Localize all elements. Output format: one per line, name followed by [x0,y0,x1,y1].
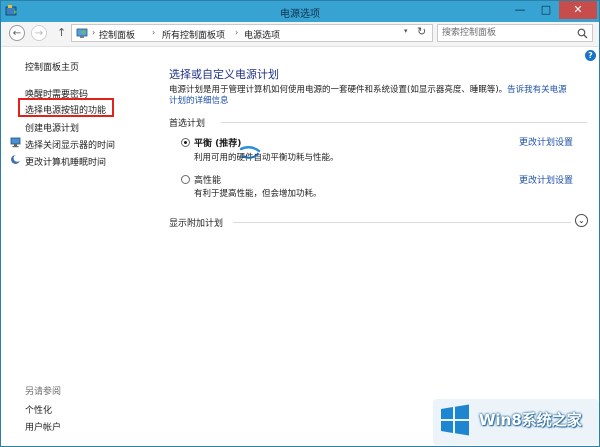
control-panel-icon [76,28,88,38]
minimize-button[interactable]: — [507,1,533,19]
windows-logo-icon [441,404,469,436]
change-plan-settings-link-balanced[interactable]: 更改计划设置 [519,135,573,148]
up-button[interactable]: ↑ [57,26,66,39]
show-additional-plans[interactable]: 显示附加计划 [169,216,223,229]
breadcrumb[interactable]: › 控制面板 › 所有控制面板项 › 电源选项 ▾ ↻ [71,24,433,42]
description-text: 电源计划是用于管理计算机如何使用电源的一套硬件和系统设置(如显示器亮度、睡眠等)… [169,85,508,95]
sidebar-item-sleep-time[interactable]: 更改计算机睡眠时间 [25,155,106,168]
sidebar-item-personalization[interactable]: 个性化 [25,403,52,416]
refresh-icon[interactable]: ↻ [417,25,426,38]
sidebar-item-user-accounts[interactable]: 用户帐户 [25,420,61,433]
chevron-down-icon[interactable]: ▾ [404,27,408,35]
see-also-title: 另请参阅 [25,387,62,397]
plan-name-high-performance[interactable]: 高性能 [194,173,221,186]
breadcrumb-separator: › [92,28,96,37]
change-plan-settings-link-high-performance[interactable]: 更改计划设置 [519,173,573,186]
loading-cursor-icon [239,146,261,159]
sidebar-item-display-off-time[interactable]: 选择关闭显示器的时间 [25,138,115,151]
plan-description-high-performance: 有利于提高性能，但会增加功耗。 [194,189,322,199]
expand-icon[interactable]: ⌄ [575,214,588,227]
close-button[interactable]: ✕ [559,1,597,19]
page-title: 选择或自定义电源计划 [169,68,279,81]
breadcrumb-item-control-panel[interactable]: 控制面板 [99,28,135,41]
breadcrumb-separator: › [235,28,239,37]
plan-radio-high-performance[interactable] [181,175,190,184]
plan-radio-balanced[interactable] [181,138,190,147]
watermark-text: Win8系统之家 [479,411,582,429]
search-box[interactable] [437,24,593,42]
additional-plans-divider [233,222,571,223]
sidebar-item-power-button[interactable]: 选择电源按钮的功能 [25,103,106,116]
breadcrumb-item-power-options[interactable]: 电源选项 [244,28,280,41]
sidebar-item-create-plan[interactable]: 创建电源计划 [25,121,79,134]
section-divider [221,122,587,123]
moon-icon [11,154,21,164]
breadcrumb-separator: › [152,28,156,37]
search-icon[interactable] [577,28,588,39]
preferred-plans-label: 首选计划 [169,119,206,129]
back-button[interactable]: ← [9,25,25,41]
forward-button[interactable]: → [31,25,47,41]
maximize-button[interactable]: □ [533,1,559,19]
title-bar[interactable]: 电源选项 — □ ✕ [1,1,599,22]
address-bar: ← → ↑ › 控制面板 › 所有控制面板项 › 电源选项 ▾ ↻ [1,22,599,47]
plan-description-balanced: 利用可用的硬件自动平衡功耗与性能。 [194,153,339,163]
plan-name-balanced[interactable]: 平衡 (推荐) [194,136,241,149]
breadcrumb-item-all-items[interactable]: 所有控制面板项 [162,28,225,41]
page-description: 电源计划是用于管理计算机如何使用电源的一套硬件和系统设置(如显示器亮度、睡眠等)… [169,85,574,107]
monitor-icon [10,137,21,148]
power-options-window: 电源选项 — □ ✕ ← → ↑ › 控制面板 › 所有控制面板项 › 电源选项… [0,0,600,447]
sidebar-item-control-panel-home[interactable]: 控制面板主页 [25,60,79,73]
search-input[interactable] [442,26,570,40]
help-icon[interactable]: ? [585,50,596,61]
